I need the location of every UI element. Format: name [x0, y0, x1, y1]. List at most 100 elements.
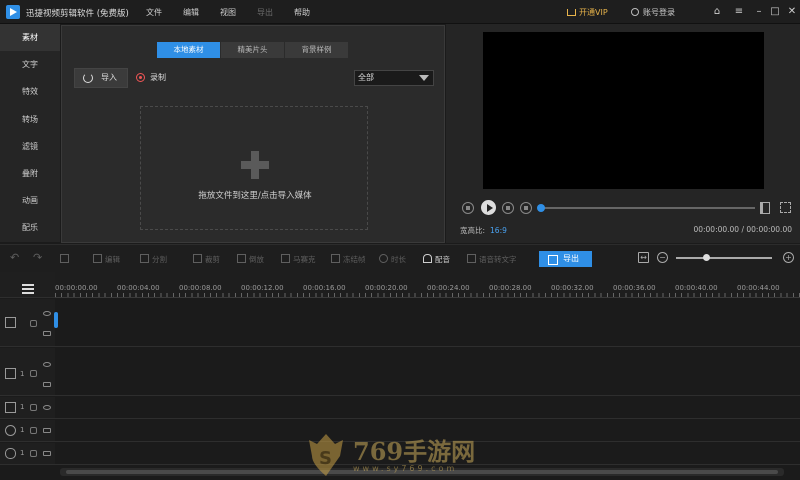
- tool-speech-to-text-label: 语音转文字: [479, 255, 517, 264]
- media-tabs: 本地素材 精美片头 背景样例: [157, 42, 349, 58]
- text-icon: [5, 402, 16, 413]
- sidebar-item-animation[interactable]: 动画: [0, 187, 60, 214]
- track-number: 1: [20, 403, 25, 411]
- ruler-label: 00:00:08.00: [179, 284, 222, 292]
- speaker-icon[interactable]: [43, 331, 51, 336]
- aspect-ratio[interactable]: 宽高比: 16:9: [460, 225, 507, 236]
- fullscreen-icon[interactable]: [780, 202, 791, 213]
- track-number: 1: [20, 449, 25, 457]
- preview-progress-knob[interactable]: [537, 204, 545, 212]
- undo-icon[interactable]: ↶: [10, 251, 19, 264]
- track-header-video: [0, 299, 55, 347]
- menu-icon[interactable]: ≡: [732, 5, 746, 19]
- ruler-label: 00:00:40.00: [675, 284, 718, 292]
- menu-help[interactable]: 帮助: [294, 7, 331, 18]
- picture-in-picture-icon: [5, 368, 16, 379]
- lock-icon[interactable]: [30, 370, 37, 377]
- timeline-ruler[interactable]: 00:00:00.00 00:00:04.00 00:00:08.00 00:0…: [55, 272, 800, 298]
- app-title: 迅捷视频剪辑软件 (免费版): [26, 9, 129, 19]
- import-button[interactable]: 导入: [74, 68, 128, 88]
- tool-freeze-button[interactable]: 冻结帧: [331, 254, 366, 265]
- zoom-slider[interactable]: [676, 257, 772, 259]
- ruler-label: 00:00:36.00: [613, 284, 656, 292]
- tool-freeze-label: 冻结帧: [343, 255, 366, 264]
- tool-mosaic-button[interactable]: 马赛克: [281, 254, 316, 265]
- tool-voiceover-button[interactable]: 配音: [423, 254, 450, 265]
- edit-icon: [93, 254, 102, 263]
- mosaic-icon: [281, 254, 290, 263]
- tool-split-label: 分割: [152, 255, 167, 264]
- media-filter-select[interactable]: 全部: [354, 70, 434, 86]
- menu-file[interactable]: 文件: [146, 7, 183, 18]
- tab-local-media[interactable]: 本地素材: [157, 42, 221, 58]
- tool-edit-button[interactable]: 编辑: [93, 254, 120, 265]
- speaker-icon[interactable]: [43, 451, 51, 456]
- minimize-icon[interactable]: –: [752, 5, 766, 19]
- reverse-icon: [237, 254, 246, 263]
- record-label: 录制: [150, 73, 166, 82]
- tool-reverse-button[interactable]: 倒放: [237, 254, 264, 265]
- tool-duration-button[interactable]: 时长: [379, 254, 406, 265]
- eye-icon[interactable]: [43, 311, 51, 316]
- home-icon[interactable]: ⌂: [710, 5, 724, 19]
- preview-progress-bar[interactable]: [539, 207, 755, 209]
- menu-export[interactable]: 导出: [257, 7, 294, 18]
- stop-icon[interactable]: [520, 202, 532, 214]
- chevron-down-icon: [419, 75, 429, 81]
- next-frame-icon[interactable]: [502, 202, 514, 214]
- maximize-icon[interactable]: □: [768, 5, 782, 19]
- import-icon: [83, 73, 93, 83]
- tool-split-button[interactable]: 分割: [140, 254, 167, 265]
- redo-icon[interactable]: ↷: [33, 251, 42, 264]
- tab-background-samples[interactable]: 背景样例: [285, 42, 349, 58]
- lock-icon[interactable]: [30, 320, 37, 327]
- export-button[interactable]: 导出: [539, 251, 592, 267]
- freeze-frame-icon: [331, 254, 340, 263]
- timeline-corner: [0, 272, 55, 298]
- fit-timeline-icon[interactable]: ↔: [638, 252, 649, 263]
- track-header-voice: 1: [0, 443, 55, 465]
- add-track-icon[interactable]: [22, 284, 34, 296]
- preview-screen: [483, 32, 764, 189]
- record-button[interactable]: 录制: [136, 72, 166, 83]
- sidebar-item-music[interactable]: 配乐: [0, 214, 60, 241]
- eye-icon[interactable]: [43, 405, 51, 410]
- menu-view[interactable]: 视图: [220, 7, 257, 18]
- sidebar-item-overlays[interactable]: 叠附: [0, 160, 60, 187]
- tool-crop-button[interactable]: 裁剪: [193, 254, 220, 265]
- zoom-out-icon[interactable]: −: [657, 252, 668, 263]
- zoom-slider-knob[interactable]: [702, 254, 710, 261]
- tool-speech-to-text-button[interactable]: 语音转文字: [467, 254, 517, 265]
- vip-button[interactable]: 开通VIP: [567, 7, 608, 18]
- media-dropzone[interactable]: 拖放文件到这里/点击导入媒体: [140, 106, 368, 230]
- sidebar-item-transitions[interactable]: 转场: [0, 106, 60, 133]
- track-video[interactable]: [55, 299, 800, 347]
- plus-icon-bar: [241, 161, 269, 169]
- previous-frame-icon[interactable]: [462, 202, 474, 214]
- track-overlay[interactable]: [55, 348, 800, 396]
- delete-icon[interactable]: [60, 254, 72, 264]
- menu-edit[interactable]: 编辑: [183, 7, 220, 18]
- speaker-icon[interactable]: [43, 428, 51, 433]
- tab-intros[interactable]: 精美片头: [221, 42, 285, 58]
- speaker-icon[interactable]: [43, 382, 51, 387]
- play-icon[interactable]: [481, 200, 496, 215]
- svg-text:S: S: [319, 448, 332, 469]
- login-button[interactable]: 账号登录: [631, 7, 675, 18]
- sidebar-item-effects[interactable]: 特效: [0, 78, 60, 105]
- zoom-in-icon[interactable]: +: [783, 252, 794, 263]
- playhead[interactable]: [54, 312, 58, 328]
- close-icon[interactable]: ✕: [785, 5, 799, 19]
- sidebar-item-media[interactable]: 素材: [0, 24, 60, 52]
- sidebar-item-text[interactable]: 文字: [0, 51, 60, 78]
- eye-icon[interactable]: [43, 362, 51, 367]
- lock-icon[interactable]: [30, 427, 37, 434]
- aspect-value: 16:9: [490, 226, 507, 235]
- sidebar-item-filters[interactable]: 滤镜: [0, 133, 60, 160]
- lock-icon[interactable]: [30, 450, 37, 457]
- watermark-shield-logo: S: [309, 434, 343, 476]
- volume-icon[interactable]: [760, 202, 770, 214]
- clock-icon: [379, 254, 388, 263]
- lock-icon[interactable]: [30, 404, 37, 411]
- track-text[interactable]: [55, 397, 800, 419]
